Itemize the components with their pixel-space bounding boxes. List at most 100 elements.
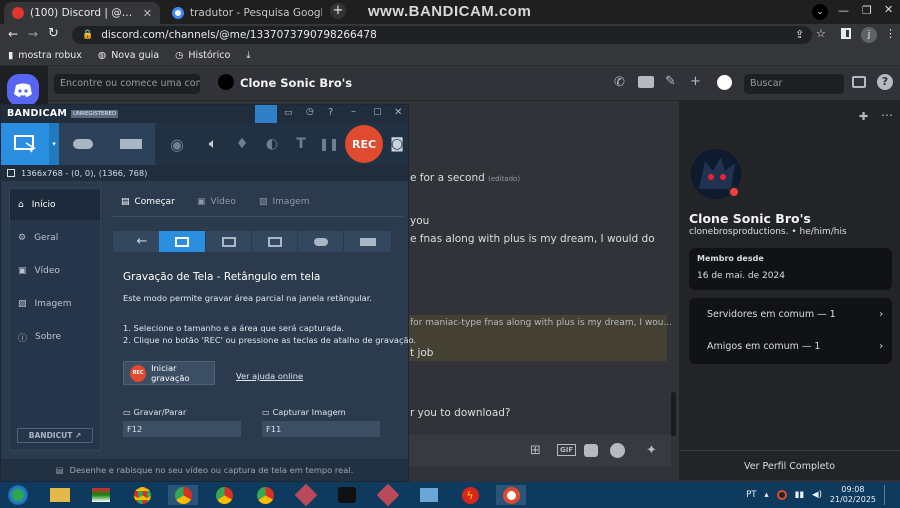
- camera-icon[interactable]: ◙: [387, 127, 407, 161]
- close-window-icon[interactable]: ✕: [884, 3, 893, 16]
- tab-search-icon[interactable]: ⌄: [812, 4, 828, 20]
- apps-icon[interactable]: ✦: [646, 443, 657, 458]
- timer-icon[interactable]: ◷: [306, 107, 314, 117]
- voice-call-icon[interactable]: ✆: [614, 75, 625, 90]
- tab-google[interactable]: tradutor - Pesquisa Google ✕: [164, 2, 322, 24]
- game-mode-tab-button[interactable]: [297, 231, 343, 252]
- reload-icon[interactable]: ↻: [48, 26, 59, 41]
- chrome-taskbar-icon[interactable]: [250, 485, 280, 505]
- clock[interactable]: 09:08 21/02/2025: [830, 485, 876, 505]
- sidebar-item-inicio[interactable]: ⌂ Início: [10, 190, 100, 220]
- tab-imagem[interactable]: ▨ Imagem: [259, 197, 309, 207]
- sidebar-item-sobre[interactable]: ⓘ Sobre: [10, 322, 100, 352]
- around-mouse-mode-button[interactable]: [251, 231, 297, 252]
- help-icon[interactable]: ?: [877, 74, 893, 90]
- app-taskbar-icon[interactable]: [291, 483, 321, 507]
- tab-discord[interactable]: (100) Discord | @Clone Sonic Bro's ✕: [4, 2, 160, 24]
- inbox-icon[interactable]: [852, 76, 866, 88]
- record-tray-icon[interactable]: [776, 490, 787, 500]
- device-mode-tab-button[interactable]: [343, 231, 391, 252]
- side-panel-icon[interactable]: [841, 28, 851, 39]
- chrome-active-taskbar-icon[interactable]: [168, 485, 198, 505]
- file-explorer-taskbar-icon[interactable]: [45, 485, 75, 505]
- hotkey-capture-field[interactable]: F11: [262, 421, 380, 437]
- emoji-icon[interactable]: [610, 443, 625, 458]
- rectangle-mode-button[interactable]: [159, 231, 205, 252]
- mutual-friends-button[interactable]: Amigos em comum — 1 ›: [699, 332, 891, 360]
- app-taskbar-icon[interactable]: [332, 485, 362, 505]
- show-desktop-button[interactable]: [884, 485, 890, 505]
- chrome-taskbar-icon[interactable]: [127, 485, 157, 505]
- profile-avatar[interactable]: j: [861, 27, 877, 43]
- app-taskbar-icon[interactable]: [414, 485, 444, 505]
- bookmark-historico[interactable]: ◷ Histórico: [175, 50, 230, 61]
- bandicut-button[interactable]: BANDICUT ↗: [17, 428, 93, 443]
- minimize-icon[interactable]: –: [351, 106, 356, 117]
- media-player-taskbar-icon[interactable]: [86, 485, 116, 505]
- reply-preview[interactable]: for maniac-type fnas along with plus is …: [410, 318, 672, 328]
- pin-icon[interactable]: ✎: [665, 74, 676, 89]
- sidebar-item-geral[interactable]: ⚙ Geral: [10, 223, 100, 253]
- text-overlay-icon[interactable]: T: [289, 127, 313, 161]
- start-button[interactable]: [4, 485, 32, 505]
- bookmark-star-icon[interactable]: ☆: [816, 27, 826, 40]
- sidebar-item-video[interactable]: ▣ Vídeo: [10, 256, 100, 286]
- folder-icon[interactable]: ▭: [284, 108, 293, 118]
- rec-button[interactable]: REC: [345, 125, 383, 163]
- bookmark-nova-guia[interactable]: ◍ Nova guia: [98, 50, 159, 61]
- restore-icon[interactable]: ▢: [373, 107, 382, 117]
- help-icon[interactable]: ?: [328, 107, 333, 118]
- game-mode-button[interactable]: [59, 123, 107, 165]
- more-options-icon[interactable]: ⋯: [881, 108, 893, 122]
- start-recording-button[interactable]: REC Iniciar gravação: [123, 361, 215, 385]
- help-online-link[interactable]: Ver ajuda online: [236, 371, 303, 381]
- bookmark-mostra-robux[interactable]: ▮ mostra robux: [8, 50, 82, 61]
- search-input[interactable]: Buscar: [744, 74, 844, 94]
- video-call-icon[interactable]: [638, 76, 654, 88]
- dm-search-input[interactable]: Encontre ou comece uma conver…: [54, 74, 200, 94]
- app-taskbar-icon[interactable]: [373, 483, 403, 507]
- mouse-cursor-icon[interactable]: ◐: [259, 127, 285, 161]
- mutual-servers-button[interactable]: Servidores em comum — 1 ›: [699, 300, 891, 328]
- hotkey-record-field[interactable]: F12: [123, 421, 241, 437]
- speaker-icon[interactable]: 🔈︎: [199, 127, 227, 161]
- new-tab-button[interactable]: +: [330, 3, 346, 19]
- bandicam-taskbar-icon[interactable]: [496, 485, 526, 505]
- tab-comecar[interactable]: ▤ Começar: [121, 197, 175, 207]
- language-indicator[interactable]: PT: [746, 490, 756, 500]
- device-mode-button[interactable]: [107, 123, 155, 165]
- add-friend-icon[interactable]: +: [690, 74, 701, 89]
- chrome-taskbar-icon[interactable]: [209, 485, 239, 505]
- view-full-profile-link[interactable]: Ver Perfil Completo: [679, 461, 900, 472]
- webcam-icon[interactable]: ◉: [161, 127, 193, 161]
- show-hidden-icons[interactable]: ▴: [764, 490, 768, 500]
- download-icon[interactable]: ⤓: [246, 50, 250, 61]
- sidebar-item-imagem[interactable]: ▨ Imagem: [10, 289, 100, 319]
- share-icon[interactable]: ⇪: [795, 28, 804, 41]
- user-profile-icon[interactable]: [717, 75, 732, 90]
- fullscreen-mode-button[interactable]: [205, 231, 251, 252]
- url-bar[interactable]: 🔒 discord.com/channels/@me/1337073790798…: [72, 26, 812, 44]
- discord-home-button[interactable]: [7, 74, 39, 106]
- pause-icon[interactable]: ❚❚: [317, 127, 341, 161]
- volume-icon[interactable]: ◀): [812, 490, 822, 500]
- screen-rectangle-mode-button[interactable]: [1, 123, 49, 165]
- network-icon[interactable]: ▮▮: [795, 490, 804, 500]
- close-icon[interactable]: ✕: [394, 107, 402, 118]
- lock-icon[interactable]: [255, 105, 277, 123]
- chrome-menu-icon[interactable]: ⋮: [885, 27, 896, 40]
- gif-icon[interactable]: GIF: [557, 444, 577, 456]
- tab-video[interactable]: ▣ Vídeo: [197, 197, 236, 207]
- close-tab-icon[interactable]: ✕: [143, 7, 152, 20]
- app-taskbar-icon[interactable]: ϟ: [455, 485, 485, 505]
- gift-icon[interactable]: ⊞: [530, 443, 541, 458]
- add-friend-icon[interactable]: ✚: [859, 110, 868, 123]
- sticker-icon[interactable]: [584, 444, 598, 457]
- microphone-icon[interactable]: ♦: [229, 127, 255, 161]
- maximize-window-icon[interactable]: ❐: [862, 4, 872, 17]
- back-icon[interactable]: ←: [8, 27, 18, 41]
- chat-scrollbar[interactable]: [671, 392, 676, 436]
- minimize-window-icon[interactable]: —: [838, 4, 849, 17]
- forward-icon[interactable]: →: [28, 27, 38, 41]
- mode-dropdown[interactable]: ▾: [49, 123, 59, 165]
